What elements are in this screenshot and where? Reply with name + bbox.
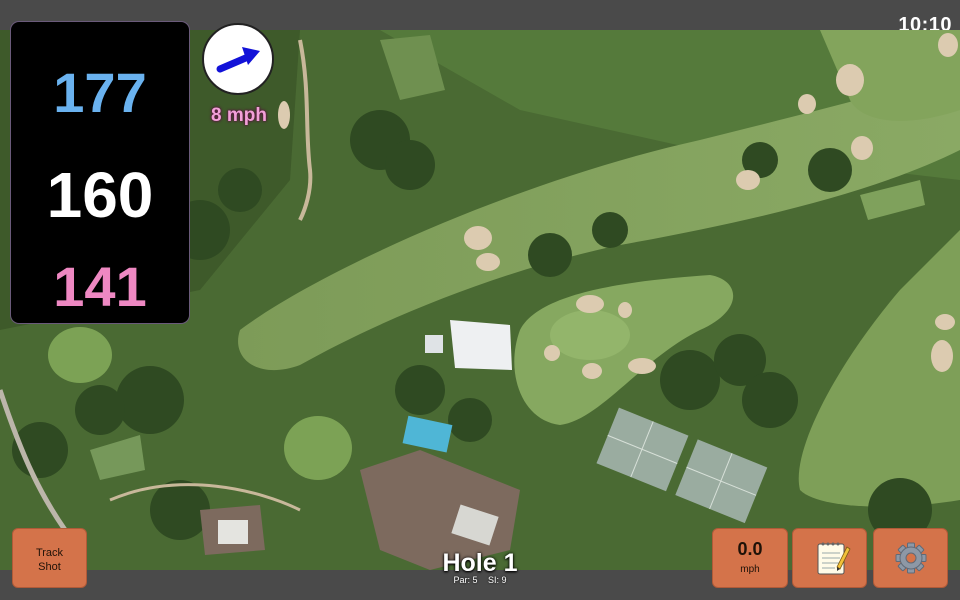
speed-unit: mph xyxy=(740,564,760,575)
distance-middle: 160 xyxy=(46,159,154,231)
speed-button[interactable]: 0.0 mph xyxy=(712,528,788,588)
notepad-icon xyxy=(817,542,851,575)
hole-stroke-index: SI: 9 xyxy=(488,575,507,585)
track-shot-button[interactable]: Track Shot xyxy=(12,528,87,588)
track-shot-label-line2: Shot xyxy=(38,561,61,573)
hole-title: Hole 1 xyxy=(442,549,518,577)
wind-speed: 8 mph xyxy=(211,105,267,126)
distance-back: 177 xyxy=(53,61,147,124)
speed-value: 0.0 xyxy=(737,539,763,559)
wind-direction-arrow-icon xyxy=(216,47,260,73)
settings-button[interactable] xyxy=(873,528,948,588)
track-shot-label-line1: Track xyxy=(35,547,64,559)
distance-panel: 177 160 141 xyxy=(11,22,189,323)
gear-icon xyxy=(895,542,927,574)
hole-info: Hole 1 Par: 5 SI: 9 xyxy=(380,550,580,585)
distance-front: 141 xyxy=(53,255,147,318)
hole-details: Par: 5 SI: 9 xyxy=(380,575,580,585)
wind-indicator xyxy=(202,23,274,95)
hole-par: Par: 5 xyxy=(453,575,478,585)
notes-button[interactable] xyxy=(792,528,867,588)
